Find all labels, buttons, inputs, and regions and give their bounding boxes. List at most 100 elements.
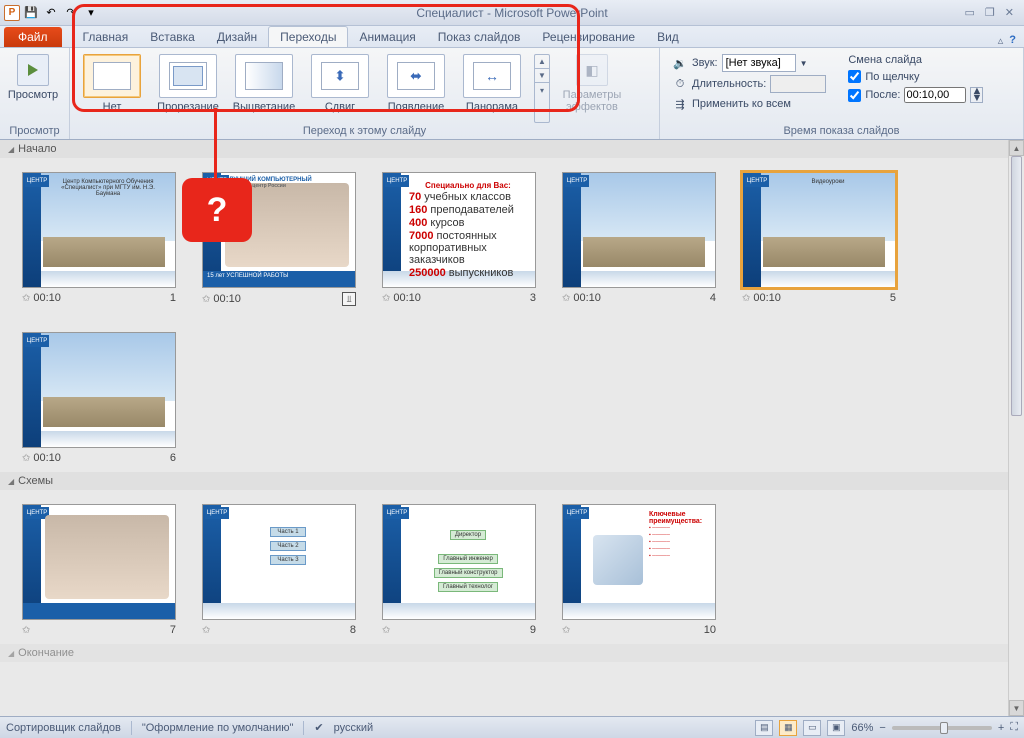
restore-icon[interactable]: ❐ — [985, 6, 995, 19]
group-preview-label: Просмотр — [4, 123, 65, 139]
quick-access-toolbar: P 💾 ↶ ↷ ▾ — [4, 4, 100, 22]
after-spinner-down[interactable]: ▼ — [971, 95, 982, 102]
group-preview: Просмотр Просмотр — [0, 48, 70, 139]
duration-icon: ⏱ — [672, 76, 688, 92]
status-view: Сортировщик слайдов — [6, 722, 121, 734]
tab-design[interactable]: Дизайн — [206, 27, 268, 47]
qat-dropdown-icon[interactable]: ▾ — [82, 4, 100, 22]
apply-all-button[interactable]: Применить ко всем — [692, 98, 791, 110]
slide-7[interactable]: ЦЕНТР ✩7 — [22, 504, 176, 636]
scroll-thumb[interactable] — [1011, 156, 1022, 416]
slides-section-2: ЦЕНТР ✩7ЦЕНТРЧасть 1Часть 2Часть 3 ✩8ЦЕН… — [0, 490, 1008, 644]
vertical-scrollbar[interactable]: ▲ ▼ — [1008, 140, 1024, 716]
gallery-more-icon[interactable]: ▾ — [535, 83, 549, 97]
section-header-1[interactable]: Начало — [0, 140, 1008, 158]
sound-label: Звук: — [692, 57, 718, 69]
transition-split[interactable]: Панорама — [456, 54, 528, 119]
slide-10[interactable]: ЦЕНТРКлючевые преимущества:▪ ─────▪ ────… — [562, 504, 716, 636]
view-reading-button[interactable]: ▭ — [803, 720, 821, 736]
tab-home[interactable]: Главная — [72, 27, 140, 47]
view-sorter-button[interactable]: ▦ — [779, 720, 797, 736]
slide-8[interactable]: ЦЕНТРЧасть 1Часть 2Часть 3 ✩8 — [202, 504, 356, 636]
duration-label: Длительность: — [692, 78, 766, 90]
group-gallery-label: Переход к этому слайду — [74, 123, 655, 139]
ribbon-tabs: Файл Главная Вставка Дизайн Переходы Ани… — [0, 26, 1024, 48]
redo-icon[interactable]: ↷ — [62, 4, 80, 22]
view-normal-button[interactable]: ▤ — [755, 720, 773, 736]
sound-select[interactable] — [722, 54, 796, 72]
fit-window-icon[interactable]: ⛶ — [1010, 721, 1018, 734]
apply-all-icon: ⇶ — [672, 96, 688, 112]
slide-sorter[interactable]: Начало ЦЕНТРЦентр Компьютерного Обучения… — [0, 140, 1008, 716]
transition-wipe[interactable]: Появление — [380, 54, 452, 119]
annotation-callout: ? — [182, 178, 252, 242]
scroll-down-icon[interactable]: ▼ — [1009, 700, 1024, 716]
slide-9[interactable]: ЦЕНТРДиректорГлавный инженерГлавный конс… — [382, 504, 536, 636]
tab-view[interactable]: Вид — [646, 27, 690, 47]
zoom-in-icon[interactable]: + — [998, 722, 1004, 734]
tab-animations[interactable]: Анимация — [348, 27, 426, 47]
save-icon[interactable]: 💾 — [22, 4, 40, 22]
slides-section-1: ЦЕНТРЦентр Компьютерного Обучения«Специа… — [0, 158, 1008, 472]
gallery-down-icon[interactable]: ▼ — [535, 69, 549, 83]
minimize-icon[interactable]: ▭ — [965, 6, 975, 19]
annotation-line — [214, 108, 217, 184]
effect-options-button: ◧ Параметры эффектов — [556, 50, 628, 123]
after-checkbox[interactable] — [848, 89, 861, 102]
sound-dropdown-icon[interactable]: ▼ — [800, 59, 808, 68]
slide-3[interactable]: ЦЕНТРСпециально для Вас:70 учебных класс… — [382, 172, 536, 306]
zoom-level[interactable]: 66% — [851, 722, 873, 734]
transition-fade[interactable]: Выцветание — [228, 54, 300, 119]
on-click-label: По щелчку — [865, 71, 919, 83]
window-controls: ▭ ❐ ✕ — [965, 6, 1021, 19]
spellcheck-icon[interactable]: ✔ — [314, 721, 323, 734]
status-bar: Сортировщик слайдов "Оформление по умолч… — [0, 716, 1024, 738]
status-theme: "Оформление по умолчанию" — [142, 722, 294, 734]
status-language[interactable]: русский — [334, 722, 373, 734]
advance-slide: Смена слайда По щелчку После: ▲▼ — [838, 50, 993, 107]
transition-push[interactable]: Сдвиг — [304, 54, 376, 119]
minimize-ribbon-icon[interactable]: ▵ — [998, 34, 1004, 47]
zoom-out-icon[interactable]: − — [879, 722, 885, 734]
advance-title: Смена слайда — [848, 54, 983, 66]
scroll-up-icon[interactable]: ▲ — [1009, 140, 1024, 156]
section-header-3[interactable]: Окончание — [0, 644, 1008, 662]
effect-options-label: Параметры эффектов — [556, 89, 628, 113]
close-icon[interactable]: ✕ — [1005, 6, 1014, 19]
transition-gallery: НетПрорезаниеВыцветаниеСдвигПоявлениеПан… — [74, 50, 530, 123]
preview-button[interactable]: Просмотр — [4, 50, 62, 101]
title-bar: P 💾 ↶ ↷ ▾ Специалист - Microsoft PowerPo… — [0, 0, 1024, 26]
sound-icon: 🔉 — [672, 55, 688, 71]
slide-1[interactable]: ЦЕНТРЦентр Компьютерного Обучения«Специа… — [22, 172, 176, 306]
zoom-slider[interactable] — [892, 726, 992, 730]
play-icon — [17, 54, 49, 86]
window-title: Специалист - Microsoft PowerPoint — [416, 6, 607, 20]
tab-transitions[interactable]: Переходы — [268, 26, 348, 47]
group-timing-label: Время показа слайдов — [664, 123, 1019, 139]
transition-none[interactable]: Нет — [76, 54, 148, 119]
after-label: После: — [865, 89, 900, 101]
file-tab[interactable]: Файл — [4, 27, 62, 47]
slide-5[interactable]: ЦЕНТРВидеоуроки ✩00:105 — [742, 172, 896, 306]
help-icon[interactable]: ? — [1009, 34, 1016, 47]
slide-4[interactable]: ЦЕНТР ✩00:104 — [562, 172, 716, 306]
duration-input — [770, 75, 826, 93]
timing-controls: 🔉 Звук: ▼ ⏱ Длительность: ⇶ Применить ко… — [664, 50, 834, 116]
ribbon: Просмотр Просмотр НетПрорезаниеВыцветани… — [0, 48, 1024, 140]
on-click-checkbox[interactable] — [848, 70, 861, 83]
group-timing: 🔉 Звук: ▼ ⏱ Длительность: ⇶ Применить ко… — [660, 48, 1024, 139]
tab-review[interactable]: Рецензирование — [531, 27, 646, 47]
view-slideshow-button[interactable]: ▣ — [827, 720, 845, 736]
undo-icon[interactable]: ↶ — [42, 4, 60, 22]
preview-label: Просмотр — [8, 89, 58, 101]
section-header-2[interactable]: Схемы — [0, 472, 1008, 490]
app-icon: P — [4, 5, 20, 21]
tab-insert[interactable]: Вставка — [139, 27, 206, 47]
gallery-up-icon[interactable]: ▲ — [535, 55, 549, 69]
group-transition-gallery: НетПрорезаниеВыцветаниеСдвигПоявлениеПан… — [70, 48, 660, 139]
slide-6[interactable]: ЦЕНТР ✩00:106 — [22, 332, 176, 464]
effect-options-icon: ◧ — [576, 54, 608, 86]
gallery-scroll[interactable]: ▲ ▼ ▾ — [534, 54, 550, 123]
after-input[interactable] — [904, 87, 966, 103]
tab-slideshow[interactable]: Показ слайдов — [427, 27, 532, 47]
